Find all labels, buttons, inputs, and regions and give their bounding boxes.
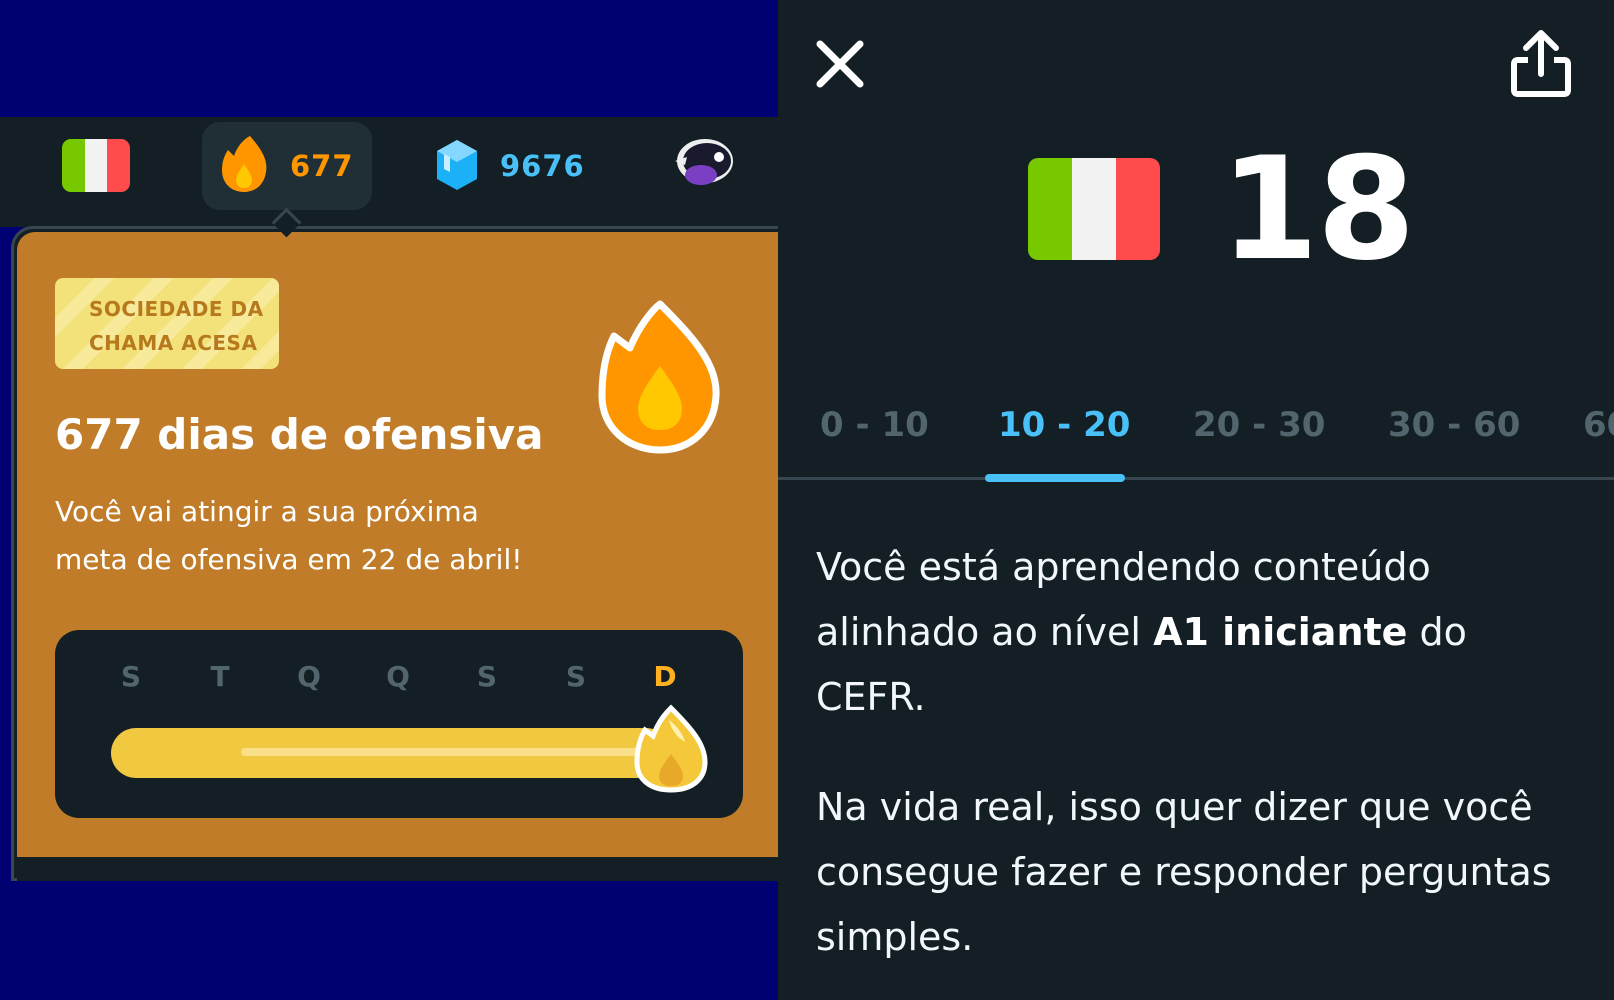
right-screen: 18 0 - 10 10 - 20 20 - 30 30 - 60 60 Voc… (778, 0, 1614, 1000)
progress-highlight (241, 748, 661, 756)
week-calendar: S T Q Q S S D (55, 630, 743, 818)
day-friday: S (476, 660, 498, 693)
flame-icon (222, 136, 267, 192)
streak-subtitle: Você vai atingir a sua próxima meta de o… (55, 488, 575, 584)
day-wednesday: Q (297, 660, 321, 693)
tab-0-10[interactable]: 0 - 10 (820, 405, 929, 445)
day-monday: S (120, 660, 142, 693)
panel-divider (17, 857, 778, 881)
streak-title: 677 dias de ofensiva (55, 410, 544, 459)
day-tuesday: T (210, 660, 230, 693)
day-sunday: D (653, 660, 677, 693)
real-life-description: Na vida real, isso quer dizer que você c… (816, 785, 1552, 959)
day-thursday: Q (386, 660, 410, 693)
streak-subtitle-line-2: meta de ofensiva em 22 de abril! (55, 543, 523, 576)
level-description: Você está aprendendo conteúdo alinhado a… (816, 535, 1576, 730)
gems-count: 9676 (500, 149, 585, 183)
close-icon[interactable] (812, 36, 868, 92)
day-saturday: S (565, 660, 587, 693)
active-tab-indicator (985, 474, 1125, 482)
character-avatar-icon[interactable] (671, 133, 737, 193)
tabs-divider (778, 477, 1614, 480)
progress-flame-icon (634, 704, 708, 793)
tab-20-30[interactable]: 20 - 30 (1193, 405, 1325, 445)
badge-line-2: CHAMA ACESA (89, 331, 258, 355)
italian-flag (1028, 158, 1160, 260)
score-value: 18 (1220, 127, 1416, 292)
tab-30-60[interactable]: 30 - 60 (1388, 405, 1520, 445)
streak-count: 677 (290, 149, 354, 183)
large-flame-icon (598, 300, 720, 454)
streak-progress-bar (111, 728, 671, 778)
tab-10-20[interactable]: 10 - 20 (998, 405, 1130, 445)
gem-icon (437, 140, 477, 190)
italian-flag-button[interactable] (62, 139, 130, 192)
tab-60-plus[interactable]: 60 (1583, 405, 1614, 445)
streak-society-badge: SOCIEDADE DA CHAMA ACESA (55, 278, 279, 369)
badge-line-1: SOCIEDADE DA (89, 297, 264, 321)
cefr-level: A1 iniciante (1153, 610, 1408, 654)
streak-subtitle-line-1: Você vai atingir a sua próxima (55, 495, 479, 528)
share-icon[interactable] (1508, 28, 1574, 100)
